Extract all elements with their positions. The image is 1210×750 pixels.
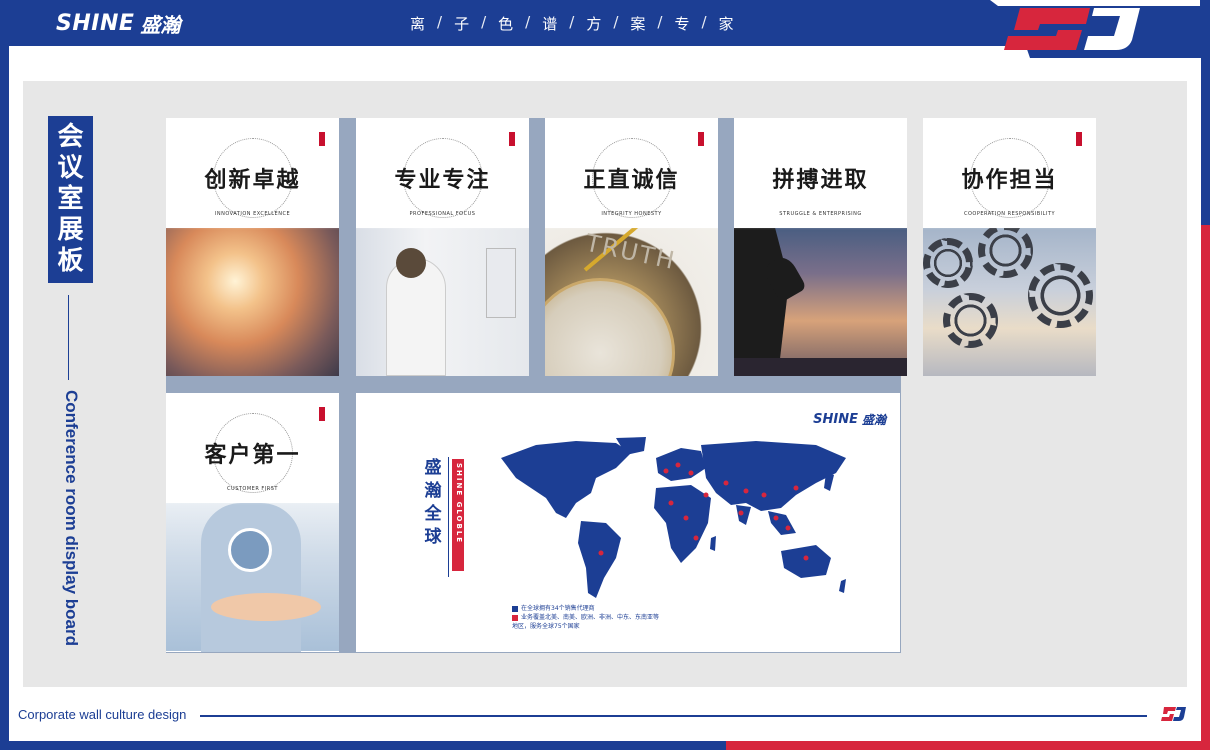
open-hand [211,593,321,621]
panel-photo-scientist [356,218,529,376]
board-title-char: 议 [57,153,84,183]
map-title-en: SHINE GLOBLE [455,463,463,545]
legend-square-icon [512,614,518,621]
map-footnote: 在全球拥有34个销售代理商 业务覆盖北美、南美、欧洲、非洲、中东、东南亚等 地区… [512,604,659,631]
slogan-char: 色 [498,15,514,33]
footer-divider [200,715,1147,717]
slogan-char: 谱 [542,15,558,33]
panel-title: 创新卓越 [204,167,301,193]
panel-title: 协作担当 [961,167,1058,193]
map-footnote-text: 在全球拥有34个销售代理商 [521,605,595,612]
map-brand-name-en: SHINE [813,412,858,427]
panel-subtitle: INNOVATION EXCELLENCE [214,211,291,217]
gear-icon [978,223,1033,278]
slogan-separator: / [657,13,663,31]
map-title-char: 瀚 [424,481,442,501]
scientist-head [396,248,426,278]
brand-logo: SHINE 盛瀚 [56,10,181,37]
map-footnote-text: 业务覆盖北美、南美、欧洲、非洲、中东、东南亚等 [521,614,660,621]
map-brand-logo: SHINE 盛瀚 [813,411,886,428]
map-footnote-line: 在全球拥有34个销售代理商 [512,604,659,613]
panel-subtitle: COOPERATION RESPONSIBILITY [963,211,1056,217]
slogan-separator: / [701,13,707,31]
slogan-char: 方 [586,15,602,33]
frame-left-border [0,0,9,750]
gear-icon [943,293,998,348]
map-title-en-bar: SHINE GLOBLE [452,459,464,571]
panel-photo-gears [923,218,1096,376]
map-footnote-text: 地区，服务全球75个国家 [512,623,580,630]
slogan-char: 离 [410,15,426,33]
slogan-char: 专 [674,15,690,33]
board-title-char: 展 [57,215,84,245]
value-panel-integrity: TRUTH 正直诚信 INTEGRITY HONESTY [545,118,718,376]
panel-subtitle: INTEGRITY HONESTY [601,211,662,217]
frame-bottom-border [0,741,1210,750]
gear-icon [923,238,973,288]
panel-subtitle: PROFESSIONAL FOCUS [409,211,476,217]
panel-title: 专业专注 [394,167,491,193]
map-title-char: 盛 [424,458,442,478]
map-title-cn: 盛 瀚 全 球 [422,459,444,547]
panel-title: 客户第一 [204,442,301,468]
world-map-icon [501,437,846,598]
businessman-figure [201,503,301,652]
panel-title: 拼搏进取 [772,167,869,193]
map-footnote-line: 业务覆盖北美、南美、欧洲、非洲、中东、东南亚等 [512,613,659,622]
board-title-cn: 会 议 室 展 板 [48,116,93,283]
legend-square-icon [512,605,518,612]
red-seal-icon [509,132,515,146]
panel-title: 正直诚信 [583,167,680,193]
map-footnote-line: 地区，服务全球75个国家 [512,622,659,631]
brand-name-en: SHINE [56,10,135,36]
header-slogan: 离 / 子 / 色 / 谱 / 方 / 案 / 专 / 家 [410,13,734,34]
brand-name-cn: 盛瀚 [140,12,181,37]
board-title-char: 会 [57,122,84,152]
slogan-char: 案 [630,15,646,33]
board-title-char: 板 [57,246,84,276]
map-brand-name-cn: 盛瀚 [861,413,886,427]
panel-photo-climber [734,218,907,376]
mountain-ridge [734,358,907,376]
global-map-panel: SHINE 盛瀚 盛 瀚 全 球 SHINE GLOBLE 在全球拥有34个销售… [356,393,900,652]
gear-icon [1028,263,1093,328]
panel-photo-businessman [166,493,339,652]
brand-emblem-small-icon [1161,707,1186,721]
board-title-en: Conference room display board [57,390,81,660]
panel-subtitle: CUSTOMER FIRST [227,486,278,492]
frame-right-border [1201,0,1210,750]
slogan-separator: / [481,13,487,31]
board-title-divider [68,295,69,380]
red-seal-icon [1076,132,1082,146]
slogan-separator: / [569,13,575,31]
panel-photo-glowing-hands [166,218,339,376]
red-seal-icon [319,132,325,146]
lab-equipment [486,248,516,318]
map-title-divider [448,457,449,577]
slogan-separator: / [437,13,443,31]
value-panel-cooperation: 协作担当 COOPERATION RESPONSIBILITY [923,118,1096,376]
value-panel-innovation: 创新卓越 INNOVATION EXCELLENCE [166,118,339,376]
user-pin-icon [228,528,272,572]
value-panel-customer: 客户第一 CUSTOMER FIRST [166,393,339,652]
board-title-char: 室 [57,184,84,214]
slogan-separator: / [613,13,619,31]
footer-caption: Corporate wall culture design [18,707,187,722]
panel-subtitle: STRUGGLE & ENTERPRISING [779,211,862,217]
value-panel-struggle: 拼搏进取 STRUGGLE & ENTERPRISING [734,118,907,376]
map-title-char: 球 [424,527,442,547]
slogan-char: 子 [454,15,470,33]
map-title-char: 全 [424,504,442,524]
slogan-char: 家 [718,15,734,33]
slogan-separator: / [525,13,531,31]
brand-emblem-icon [990,0,1210,58]
board-title-en-text: Conference room display board [62,390,81,646]
red-seal-icon [319,407,325,421]
red-seal-icon [698,132,704,146]
value-panel-professional: 专业专注 PROFESSIONAL FOCUS [356,118,529,376]
